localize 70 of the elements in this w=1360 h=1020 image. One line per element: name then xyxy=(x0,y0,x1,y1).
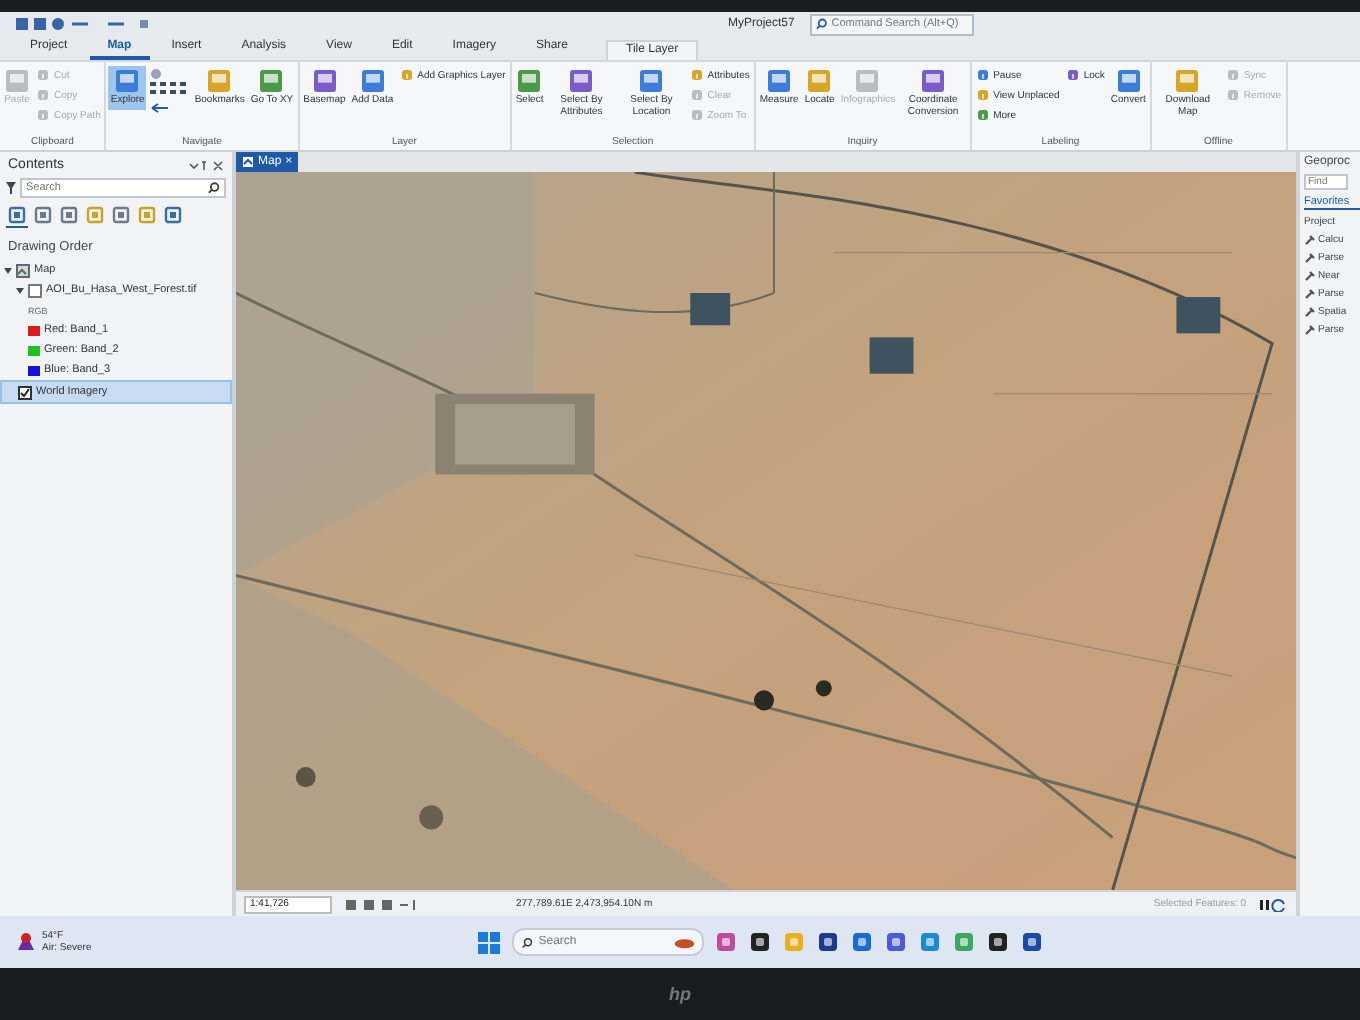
tool-icon xyxy=(975,108,990,122)
app-tile-icon xyxy=(886,932,906,952)
pane-controls-icon xyxy=(188,159,224,171)
tool-icon xyxy=(1225,68,1240,82)
search-icon xyxy=(816,18,828,30)
tool-icon xyxy=(1225,88,1240,102)
contents-view-button[interactable] xyxy=(162,204,184,228)
tool-icon xyxy=(806,68,833,94)
tool-icon xyxy=(920,68,947,94)
tool-icon xyxy=(975,88,990,102)
hammer-icon xyxy=(1304,234,1316,246)
tool-icon xyxy=(516,68,543,94)
tool-icon xyxy=(311,68,338,94)
map-icon xyxy=(242,156,254,168)
layer-checkbox[interactable] xyxy=(18,385,32,399)
start-button[interactable] xyxy=(476,929,502,955)
tool-icon xyxy=(399,68,414,82)
contents-view-button[interactable] xyxy=(58,204,80,228)
hammer-icon xyxy=(1304,288,1316,300)
contents-view-button[interactable] xyxy=(110,204,132,228)
search-highlight-icon xyxy=(673,935,694,949)
tool-icon xyxy=(36,68,50,82)
search-icon xyxy=(208,182,220,194)
hammer-icon xyxy=(1304,252,1316,264)
tool-icon xyxy=(766,68,793,94)
app-tile-icon xyxy=(988,932,1008,952)
taskbar-app-button[interactable] xyxy=(986,930,1010,954)
quick-access-toolbar-icon xyxy=(12,16,152,32)
hammer-icon xyxy=(1304,306,1316,318)
app-tile-icon xyxy=(750,932,770,952)
tool-icon xyxy=(689,88,704,102)
navigation-tools-icon xyxy=(148,68,191,116)
tool-icon xyxy=(975,68,990,82)
windows-logo-icon xyxy=(478,931,500,953)
tool-icon xyxy=(1115,68,1142,94)
tool-icon xyxy=(359,68,386,94)
search-icon xyxy=(522,935,533,949)
tool-icon xyxy=(1065,68,1080,82)
tool-icon xyxy=(1174,68,1201,94)
tool-icon xyxy=(36,88,50,102)
bezel-logo: hp xyxy=(669,984,691,1004)
filter-icon xyxy=(6,182,16,194)
tool-icon xyxy=(114,68,141,94)
checkmark-icon xyxy=(20,387,30,397)
app-tile-icon xyxy=(920,932,940,952)
app-tile-icon xyxy=(716,932,736,952)
app-tile-icon xyxy=(1022,932,1042,952)
app-tile-icon xyxy=(818,932,838,952)
taskbar-app-button[interactable] xyxy=(1020,930,1044,954)
tool-icon xyxy=(689,108,704,122)
pause-refresh-icons xyxy=(1258,897,1288,911)
app-tile-icon xyxy=(954,932,974,952)
tool-icon xyxy=(206,68,233,94)
tool-icon xyxy=(258,68,285,94)
tool-icon xyxy=(638,68,665,94)
tool-icon xyxy=(854,68,881,94)
map-icon xyxy=(16,263,30,277)
layer-checkbox[interactable] xyxy=(28,283,42,297)
app-tile-icon xyxy=(852,932,872,952)
taskbar-app-button[interactable] xyxy=(816,930,840,954)
hammer-icon xyxy=(1304,270,1316,282)
app-tile-icon xyxy=(784,932,804,952)
contents-view-button[interactable] xyxy=(6,204,28,228)
tool-icon xyxy=(689,68,704,82)
hammer-icon xyxy=(1304,324,1316,336)
weather-alert-icon xyxy=(16,932,36,952)
tool-icon xyxy=(568,68,595,94)
tool-icon xyxy=(36,108,50,122)
taskbar-app-button[interactable] xyxy=(748,930,772,954)
contents-view-button[interactable] xyxy=(32,204,54,228)
